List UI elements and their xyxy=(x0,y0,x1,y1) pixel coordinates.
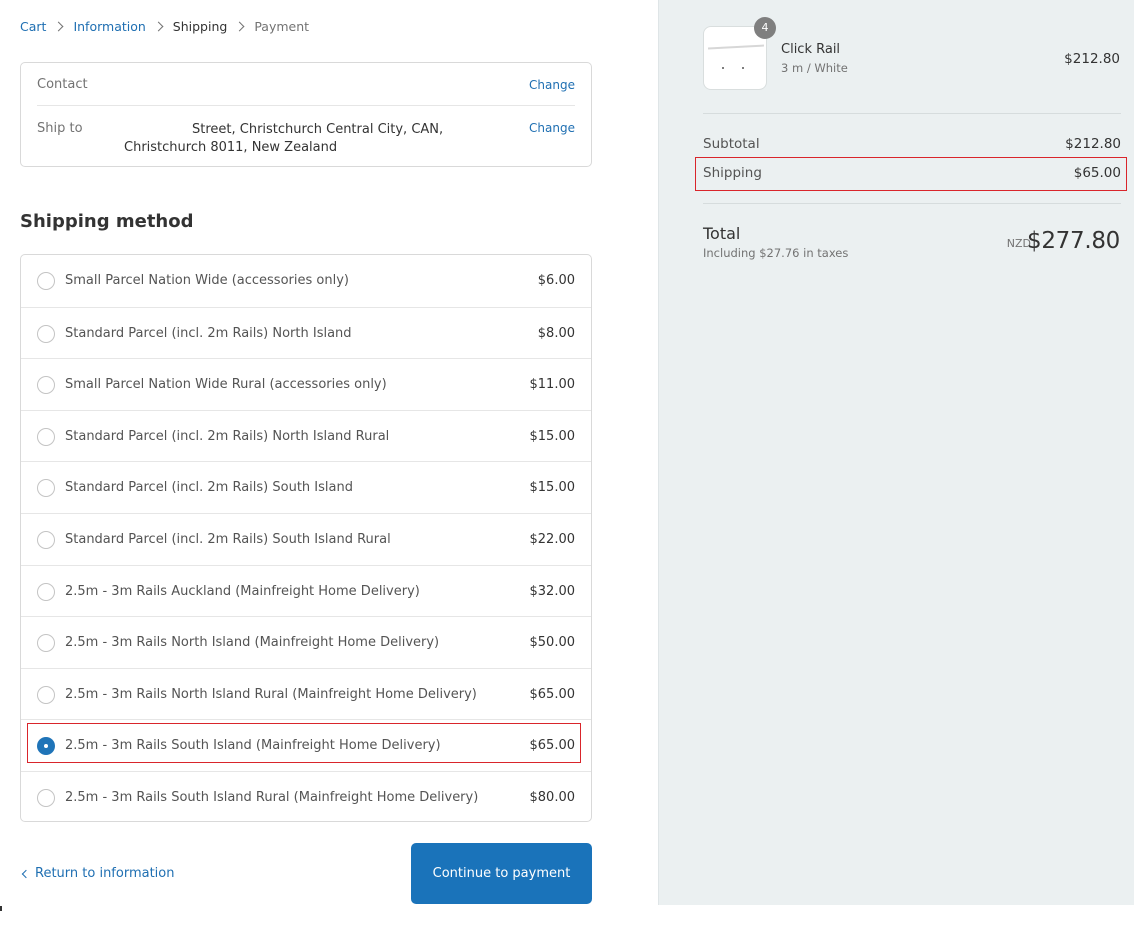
shipping-option-name: Standard Parcel (incl. 2m Rails) South I… xyxy=(65,532,391,547)
shipping-option-name: Standard Parcel (incl. 2m Rails) North I… xyxy=(65,428,390,444)
return-to-information-link[interactable]: Return to information xyxy=(21,866,174,881)
shipping-option-price: $6.00 xyxy=(537,273,575,288)
tax-note: Including $27.76 in taxes xyxy=(703,246,849,260)
shipping-option-price: $8.00 xyxy=(537,325,575,341)
shipping-option-radio[interactable] xyxy=(37,427,55,446)
subtotal-label: Subtotal xyxy=(703,136,760,152)
shipping-option-row[interactable]: Standard Parcel (incl. 2m Rails) South I… xyxy=(21,461,591,513)
shipping-label: Shipping xyxy=(703,165,762,181)
shipping-option-name: Standard Parcel (incl. 2m Rails) South I… xyxy=(65,480,353,496)
chevron-right-icon xyxy=(153,21,164,31)
shipping-option-radio[interactable] xyxy=(37,324,55,343)
shipping-option-name: 2.5m - 3m Rails South Island Rural (Main… xyxy=(65,790,479,805)
shipping-option-radio[interactable] xyxy=(37,737,55,756)
shipping-method-list: Small Parcel Nation Wide (accessories on… xyxy=(20,254,592,822)
ship-to-address: Street, Christchurch Central City, CAN, … xyxy=(124,122,444,155)
change-ship-to-link[interactable]: Change xyxy=(529,121,575,135)
shipping-option-row[interactable]: 2.5m - 3m Rails South Island (Mainfreigh… xyxy=(21,719,591,771)
shipping-option-name: Small Parcel Nation Wide Rural (accessor… xyxy=(65,377,387,393)
shipping-option-price: $32.00 xyxy=(529,583,576,599)
shipping-option-price: $65.00 xyxy=(529,738,576,754)
summary-divider xyxy=(703,113,1121,114)
shipping-option-radio[interactable] xyxy=(37,582,55,601)
chevron-right-icon xyxy=(234,21,245,31)
shipping-option-price: $65.00 xyxy=(529,686,576,702)
chevron-right-icon xyxy=(53,21,64,31)
rail-image xyxy=(707,44,765,50)
shipping-option-price: $80.00 xyxy=(529,790,576,805)
quantity-badge: 4 xyxy=(754,17,776,39)
shipping-option-row[interactable]: 2.5m - 3m Rails North Island (Mainfreigh… xyxy=(21,616,591,668)
shipping-option-row[interactable]: 2.5m - 3m Rails South Island Rural (Main… xyxy=(21,771,591,823)
shipping-option-price: $11.00 xyxy=(529,377,576,393)
breadcrumb-shipping: Shipping xyxy=(172,18,228,34)
rail-image-dot xyxy=(742,67,744,69)
rail-image-dot xyxy=(722,67,724,69)
shipping-option-radio[interactable] xyxy=(37,789,55,807)
contact-label: Contact xyxy=(37,77,88,92)
shipping-option-name: 2.5m - 3m Rails North Island (Mainfreigh… xyxy=(65,635,440,651)
shipping-option-name: Standard Parcel (incl. 2m Rails) North I… xyxy=(65,325,352,341)
shipping-option-price: $22.00 xyxy=(529,532,576,547)
ship-to-row: Ship to Street, Christchurch Central Cit… xyxy=(37,106,575,166)
continue-to-payment-button[interactable]: Continue to payment xyxy=(411,843,592,904)
shipping-option-radio[interactable] xyxy=(37,685,55,704)
shipping-option-radio[interactable] xyxy=(37,531,55,549)
shipping-option-row[interactable]: Standard Parcel (incl. 2m Rails) South I… xyxy=(21,513,591,565)
shipping-value: $65.00 xyxy=(1073,165,1121,181)
return-to-information-label: Return to information xyxy=(35,866,175,881)
shipping-option-row[interactable]: Small Parcel Nation Wide Rural (accessor… xyxy=(21,358,591,410)
shipping-option-row[interactable]: 2.5m - 3m Rails Auckland (Mainfreight Ho… xyxy=(21,564,591,617)
shipping-option-radio[interactable] xyxy=(37,634,55,653)
shipping-option-price: $15.00 xyxy=(529,480,576,496)
product-name: Click Rail xyxy=(781,42,841,57)
shipping-option-radio[interactable] xyxy=(37,272,55,290)
shipping-option-radio[interactable] xyxy=(37,479,55,498)
summary-divider xyxy=(703,203,1121,204)
shipping-option-price: $15.00 xyxy=(529,428,576,444)
change-contact-link[interactable]: Change xyxy=(529,78,575,92)
shipping-option-name: 2.5m - 3m Rails North Island Rural (Main… xyxy=(65,686,477,702)
shipping-method-title: Shipping method xyxy=(20,211,194,232)
shipping-option-radio[interactable] xyxy=(37,376,55,395)
shipping-option-row[interactable]: Small Parcel Nation Wide (accessories on… xyxy=(21,255,591,307)
total-label: Total xyxy=(703,224,741,243)
shipping-option-name: 2.5m - 3m Rails South Island (Mainfreigh… xyxy=(65,738,441,754)
shipping-option-name: 2.5m - 3m Rails Auckland (Mainfreight Ho… xyxy=(65,583,420,599)
breadcrumb-cart[interactable]: Cart xyxy=(20,19,46,34)
subtotal-value: $212.80 xyxy=(1065,136,1121,152)
shipping-option-row[interactable]: Standard Parcel (incl. 2m Rails) North I… xyxy=(21,409,591,462)
ship-to-label: Ship to xyxy=(37,121,83,136)
total-amount: $277.80 xyxy=(1026,228,1120,254)
page-edge-mark xyxy=(0,906,2,911)
review-block: Contact Change Ship to Street, Christchu… xyxy=(20,62,592,167)
breadcrumb-information[interactable]: Information xyxy=(73,19,145,34)
shipping-option-price: $50.00 xyxy=(529,635,576,651)
product-variant: 3 m / White xyxy=(781,61,848,75)
chevron-left-icon xyxy=(21,869,31,878)
breadcrumb-payment: Payment xyxy=(254,18,310,34)
shipping-option-name: Small Parcel Nation Wide (accessories on… xyxy=(65,273,349,288)
shipping-option-row[interactable]: 2.5m - 3m Rails North Island Rural (Main… xyxy=(21,667,591,720)
shipping-option-row[interactable]: Standard Parcel (incl. 2m Rails) North I… xyxy=(21,306,591,359)
order-summary: 4 Click Rail 3 m / White $212.80 Subtota… xyxy=(658,0,1134,905)
product-price: $212.80 xyxy=(1064,51,1120,67)
contact-row: Contact Change xyxy=(37,63,575,106)
breadcrumb: Cart Information Shipping Payment xyxy=(20,17,309,35)
